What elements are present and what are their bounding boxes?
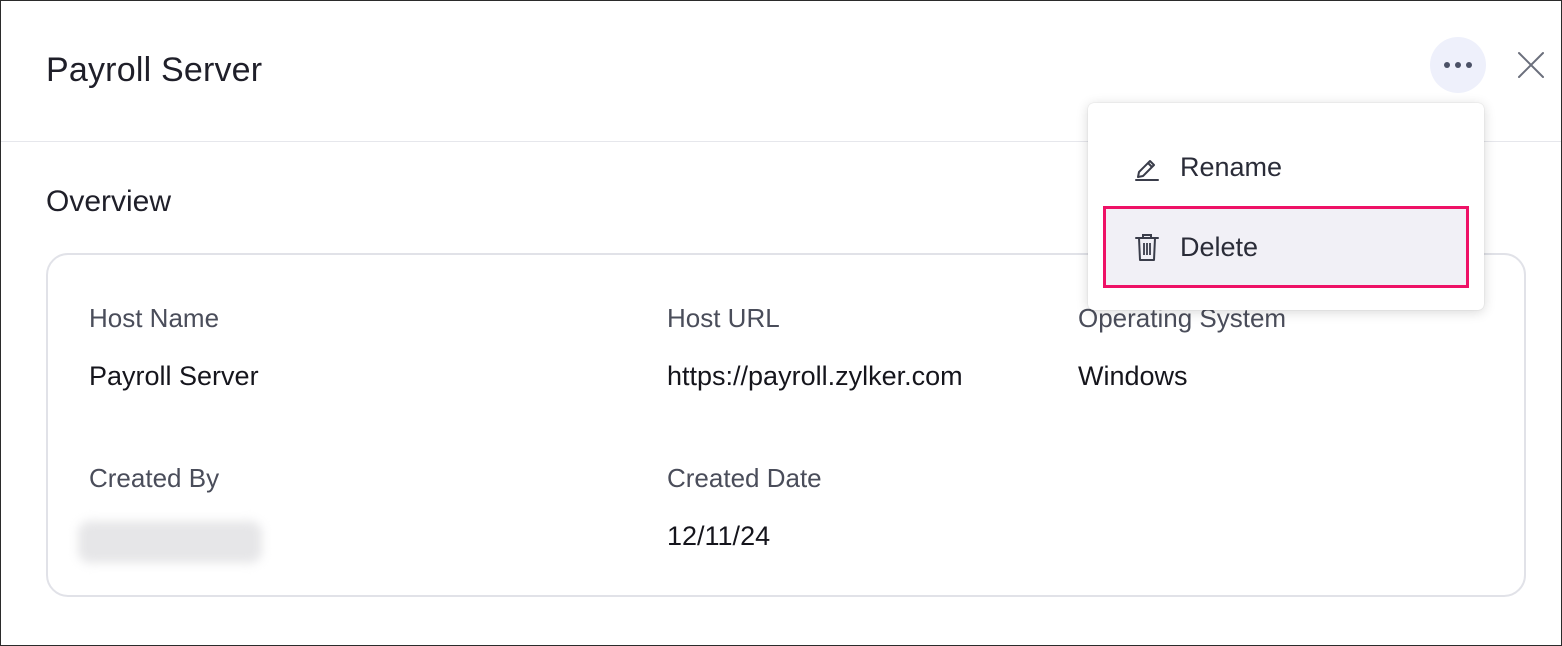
overview-heading: Overview (46, 185, 172, 218)
host-name-value: Payroll Server (89, 361, 259, 391)
close-icon (1518, 52, 1544, 78)
host-url-label: Host URL (667, 303, 780, 333)
trash-icon (1132, 232, 1162, 262)
page-title: Payroll Server (46, 51, 263, 89)
close-button[interactable] (1511, 45, 1551, 85)
created-date-label: Created Date (667, 463, 822, 493)
host-url-value: https://payroll.zylker.com (667, 361, 963, 391)
details-panel: Payroll Server Overview Host Name Payrol… (0, 0, 1562, 646)
pencil-icon (1132, 152, 1162, 182)
created-by-label: Created By (89, 463, 220, 493)
created-by-value-redacted (78, 521, 262, 563)
more-horizontal-icon (1444, 62, 1472, 68)
rename-menu-item[interactable]: Rename (1106, 129, 1466, 205)
more-options-button[interactable] (1430, 37, 1486, 93)
delete-label: Delete (1180, 231, 1259, 262)
operating-system-value: Windows (1078, 361, 1188, 391)
delete-menu-item[interactable]: Delete (1103, 206, 1469, 288)
created-date-value: 12/11/24 (667, 521, 771, 551)
host-name-label: Host Name (89, 303, 220, 333)
more-options-menu: Rename Delete (1088, 103, 1484, 310)
rename-label: Rename (1180, 151, 1283, 182)
